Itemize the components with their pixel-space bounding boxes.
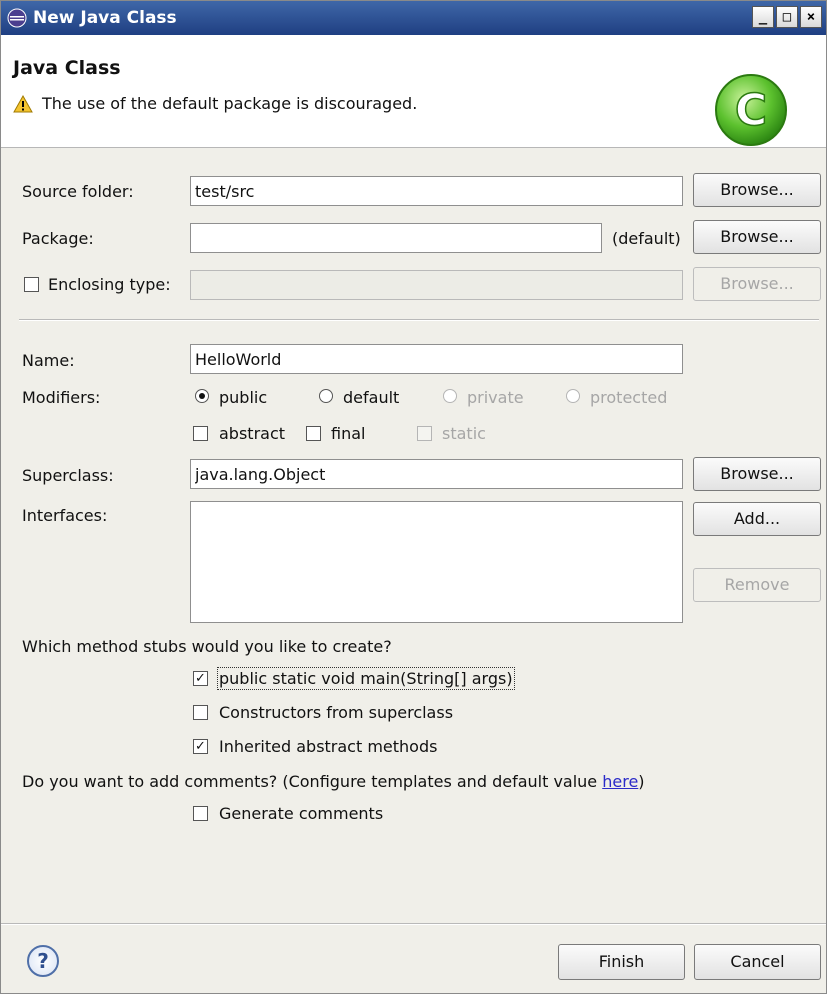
warning-message: The use of the default package is discou… <box>13 94 417 113</box>
maximize-button[interactable]: □ <box>776 6 798 28</box>
enclosing-type-checkbox[interactable] <box>24 277 39 292</box>
footer-separator <box>1 923 826 925</box>
interfaces-remove-button[interactable]: Remove <box>693 568 821 602</box>
cancel-button[interactable]: Cancel <box>694 944 821 980</box>
modifier-private-radio[interactable] <box>443 389 457 403</box>
enclosing-type-label: Enclosing type: <box>48 275 171 294</box>
page-title: Java Class <box>13 57 121 79</box>
interfaces-label: Interfaces: <box>22 506 108 525</box>
title-bar[interactable]: New Java Class _ □ × <box>1 1 826 35</box>
stub-main-label: public static void main(String[] args) <box>217 667 515 690</box>
modifier-abstract-checkbox[interactable] <box>193 426 208 441</box>
window-title: New Java Class <box>33 8 177 28</box>
interfaces-add-button[interactable]: Add... <box>693 502 821 536</box>
warning-triangle-icon <box>13 94 33 112</box>
enclosing-type-input[interactable] <box>190 270 683 300</box>
source-folder-browse-button[interactable]: Browse... <box>693 173 821 207</box>
package-default-label: (default) <box>612 229 681 248</box>
method-stubs-question: Which method stubs would you like to cre… <box>22 637 392 656</box>
modifier-final-checkbox[interactable] <box>306 426 321 441</box>
modifier-private-label: private <box>467 388 524 407</box>
warning-text: The use of the default package is discou… <box>42 94 418 113</box>
modifier-protected-radio[interactable] <box>566 389 580 403</box>
new-java-class-dialog: New Java Class _ □ × Java Class The use … <box>0 0 827 994</box>
stub-constructors-label: Constructors from superclass <box>219 703 454 722</box>
close-button[interactable]: × <box>800 6 822 28</box>
name-input[interactable] <box>190 344 683 374</box>
interfaces-list[interactable] <box>190 501 683 623</box>
comments-question-close: ) <box>638 772 645 791</box>
modifier-final-label: final <box>331 424 366 443</box>
enclosing-type-browse-button[interactable]: Browse... <box>693 267 821 301</box>
name-label: Name: <box>22 351 75 370</box>
modifier-protected-label: protected <box>590 388 668 407</box>
package-label: Package: <box>22 229 94 248</box>
eclipse-icon <box>7 8 27 28</box>
generate-comments-checkbox[interactable] <box>193 806 208 821</box>
generate-comments-label: Generate comments <box>219 804 384 823</box>
modifier-static-label: static <box>442 424 486 443</box>
source-folder-input[interactable] <box>190 176 683 206</box>
stub-inherited-checkbox[interactable]: ✓ <box>193 739 208 754</box>
modifier-public-radio[interactable] <box>195 389 209 403</box>
package-browse-button[interactable]: Browse... <box>693 220 821 254</box>
finish-button[interactable]: Finish <box>558 944 685 980</box>
superclass-label: Superclass: <box>22 466 114 485</box>
modifiers-label: Modifiers: <box>22 388 101 407</box>
configure-templates-link[interactable]: here <box>602 772 638 791</box>
comments-question: Do you want to add comments? (Configure … <box>22 772 645 791</box>
modifier-public-label: public <box>219 388 268 407</box>
modifier-default-label: default <box>343 388 400 407</box>
minimize-button[interactable]: _ <box>752 6 774 28</box>
source-folder-label: Source folder: <box>22 182 134 201</box>
stub-inherited-label: Inherited abstract methods <box>219 737 438 756</box>
help-icon[interactable]: ? <box>27 945 59 977</box>
superclass-browse-button[interactable]: Browse... <box>693 457 821 491</box>
header-banner: Java Class The use of the default packag… <box>1 35 826 148</box>
separator <box>19 319 819 321</box>
comments-question-text: Do you want to add comments? (Configure … <box>22 772 603 791</box>
package-input[interactable] <box>190 223 602 253</box>
java-class-logo-icon: C <box>715 74 787 146</box>
stub-main-checkbox[interactable]: ✓ <box>193 671 208 686</box>
stub-constructors-checkbox[interactable] <box>193 705 208 720</box>
modifier-default-radio[interactable] <box>319 389 333 403</box>
superclass-input[interactable] <box>190 459 683 489</box>
modifier-static-checkbox[interactable] <box>417 426 432 441</box>
modifier-abstract-label: abstract <box>219 424 286 443</box>
logo-letter: C <box>735 85 767 136</box>
